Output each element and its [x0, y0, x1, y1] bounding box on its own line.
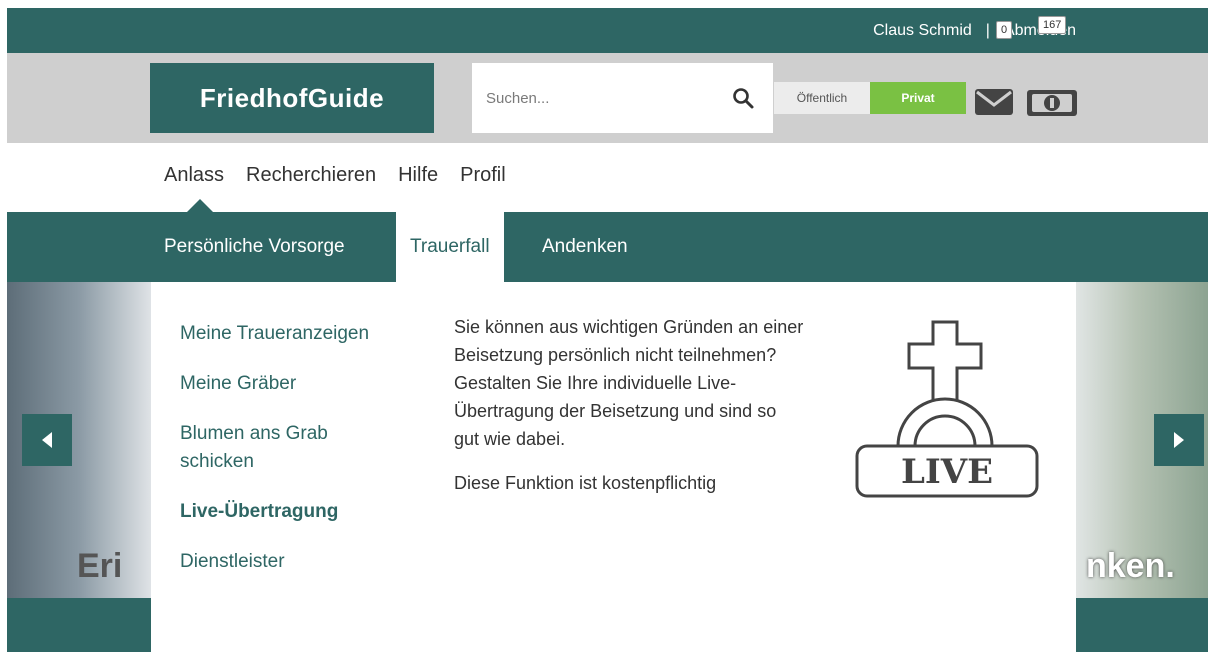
subnav-item-trauerfall[interactable]: Trauerfall [396, 212, 504, 282]
menu-item-graeber[interactable]: Meine Gräber [180, 370, 420, 398]
nav-item-profil[interactable]: Profil [460, 164, 506, 187]
sub-nav: Persönliche Vorsorge Trauerfall Andenken [7, 212, 1208, 282]
chevron-right-icon [1174, 432, 1184, 448]
chevron-left-icon [42, 432, 52, 448]
credits-icon[interactable] [1025, 82, 1081, 118]
active-nav-caret [186, 199, 214, 213]
mail-icon[interactable] [973, 83, 1017, 119]
menu-item-dienstleister[interactable]: Dienstleister [180, 548, 420, 576]
public-option[interactable]: Öffentlich [774, 82, 870, 114]
dropdown-panel: Meine Traueranzeigen Meine Gräber Blumen… [151, 282, 1076, 652]
main-nav: Anlass Recherchieren Hilfe Profil [164, 164, 528, 187]
dropdown-menu: Meine Traueranzeigen Meine Gräber Blumen… [180, 320, 420, 598]
visibility-toggle: Öffentlich Privat [774, 82, 966, 114]
top-bar: Claus Schmid | Abmelden [7, 8, 1208, 53]
slider-prev-button[interactable] [22, 414, 72, 466]
menu-item-blumen[interactable]: Blumen ans Grab schicken [180, 420, 380, 476]
header: FriedhofGuide Öffentlich Privat [7, 53, 1208, 143]
site-logo[interactable]: FriedhofGuide [150, 63, 434, 133]
search-box [472, 63, 773, 133]
menu-item-traueranzeigen[interactable]: Meine Traueranzeigen [180, 320, 420, 348]
live-label: LIVE [901, 452, 993, 492]
description-text: Sie können aus wichtigen Gründen an eine… [454, 317, 804, 449]
nav-item-hilfe[interactable]: Hilfe [398, 164, 438, 187]
nav-item-recherchieren[interactable]: Recherchieren [246, 164, 376, 187]
hero-caption-left: Eri [77, 547, 123, 585]
feature-description: Sie können aus wichtigen Gründen an eine… [454, 313, 804, 497]
credits-count-badge: 167 [1038, 16, 1067, 34]
search-icon[interactable] [731, 86, 755, 110]
mail-count-badge: 0 [996, 21, 1013, 39]
private-option[interactable]: Privat [870, 82, 966, 114]
nav-item-anlass[interactable]: Anlass [164, 164, 224, 187]
menu-item-live-uebertragung[interactable]: Live-Übertragung [180, 498, 420, 526]
user-name-link[interactable]: Claus Schmid [873, 22, 972, 40]
slider-next-button[interactable] [1154, 414, 1204, 466]
live-cross-icon: LIVE [855, 320, 1039, 498]
subnav-item-vorsorge[interactable]: Persönliche Vorsorge [164, 212, 345, 282]
separator: | [985, 21, 990, 39]
hero-caption-right: nken. [1086, 547, 1175, 585]
subnav-item-andenken[interactable]: Andenken [542, 212, 628, 282]
search-input[interactable] [486, 89, 716, 107]
cost-note: Diese Funktion ist kostenpflichtig [454, 473, 717, 493]
